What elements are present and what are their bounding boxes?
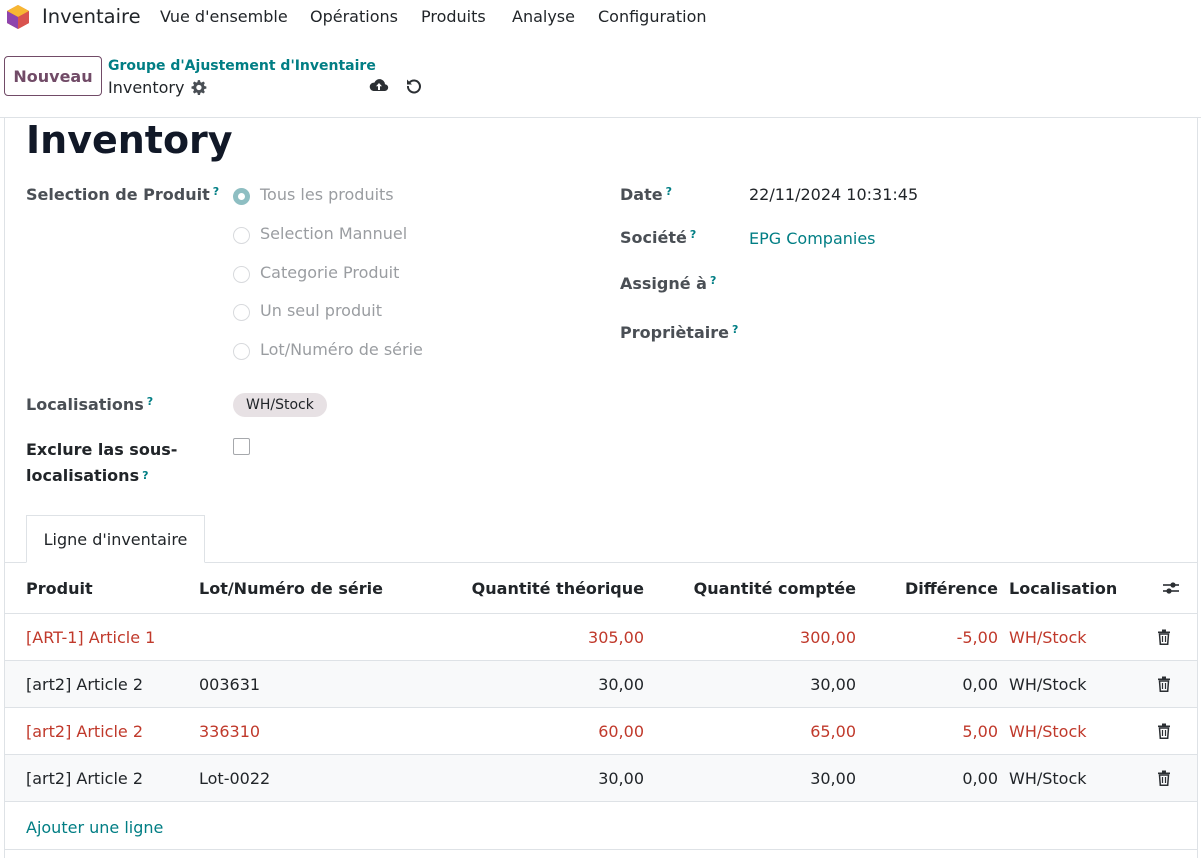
cell-product[interactable]: [ART-1] Article 1 bbox=[26, 628, 155, 647]
radio-label: Lot/Numéro de série bbox=[260, 340, 423, 359]
cell-difference[interactable]: 5,00 bbox=[885, 722, 998, 741]
company-label: Société? bbox=[620, 228, 697, 247]
record-title[interactable]: Inventory bbox=[26, 118, 233, 162]
exclude-sublocations-checkbox[interactable] bbox=[233, 438, 250, 455]
cell-difference[interactable]: 0,00 bbox=[885, 675, 998, 694]
cell-location[interactable]: WH/Stock bbox=[1009, 675, 1087, 694]
breadcrumb-current: Inventory bbox=[108, 78, 185, 97]
company-field[interactable]: EPG Companies bbox=[749, 229, 876, 248]
col-theoretical-qty[interactable]: Quantité théorique bbox=[465, 579, 644, 598]
radio-label: Categorie Produit bbox=[260, 263, 400, 282]
cell-product[interactable]: [art2] Article 2 bbox=[26, 722, 143, 741]
help-tooltip-icon[interactable]: ? bbox=[666, 185, 672, 198]
cell-theoretical-qty[interactable]: 30,00 bbox=[465, 769, 644, 788]
date-label: Date? bbox=[620, 185, 672, 204]
exclude-sublocations-label: Exclure las sous- localisations? bbox=[26, 440, 178, 485]
radio-label: Un seul produit bbox=[260, 301, 382, 320]
radio-button[interactable] bbox=[233, 304, 250, 321]
control-panel: Nouveau Groupe d'Ajustement d'Inventaire… bbox=[0, 35, 1201, 118]
help-tooltip-icon[interactable]: ? bbox=[213, 185, 219, 198]
help-tooltip-icon[interactable]: ? bbox=[147, 395, 153, 408]
help-tooltip-icon[interactable]: ? bbox=[690, 228, 696, 241]
radio-button[interactable] bbox=[233, 188, 250, 205]
owner-field[interactable] bbox=[749, 323, 1149, 343]
cell-location[interactable]: WH/Stock bbox=[1009, 769, 1087, 788]
cell-counted-qty[interactable]: 30,00 bbox=[685, 675, 856, 694]
cell-location[interactable]: WH/Stock bbox=[1009, 628, 1087, 647]
trash-icon[interactable] bbox=[1157, 723, 1171, 739]
add-line-link[interactable]: Ajouter une ligne bbox=[26, 818, 163, 837]
cell-theoretical-qty[interactable]: 60,00 bbox=[465, 722, 644, 741]
cell-lot[interactable]: 336310 bbox=[199, 722, 260, 741]
radio-label: Selection Mannuel bbox=[260, 224, 408, 243]
radio-label: Tous les produits bbox=[260, 185, 394, 204]
help-tooltip-icon[interactable]: ? bbox=[732, 323, 738, 336]
col-counted-qty[interactable]: Quantité comptée bbox=[685, 579, 856, 598]
undo-icon[interactable] bbox=[405, 77, 423, 95]
locations-label: Localisations? bbox=[26, 395, 154, 414]
col-difference[interactable]: Différence bbox=[885, 579, 998, 598]
menu-overview[interactable]: Vue d'ensemble bbox=[160, 7, 288, 26]
cell-counted-qty[interactable]: 300,00 bbox=[685, 628, 856, 647]
radio-button[interactable] bbox=[233, 227, 250, 244]
tab-inventory-lines[interactable]: Ligne d'inventaire bbox=[26, 515, 205, 563]
product-selection-label: Selection de Produit? bbox=[26, 185, 220, 204]
table-bottom-divider bbox=[5, 849, 1197, 850]
breadcrumb-parent[interactable]: Groupe d'Ajustement d'Inventaire bbox=[108, 58, 376, 74]
trash-icon[interactable] bbox=[1157, 629, 1171, 645]
trash-icon[interactable] bbox=[1157, 770, 1171, 786]
new-button[interactable]: Nouveau bbox=[4, 56, 102, 96]
gear-icon[interactable] bbox=[190, 79, 207, 96]
top-navbar: Inventaire Vue d'ensemble Opérations Pro… bbox=[0, 0, 1201, 35]
menu-products[interactable]: Produits bbox=[421, 7, 486, 26]
radio-button[interactable] bbox=[233, 266, 250, 283]
app-name[interactable]: Inventaire bbox=[42, 5, 141, 28]
assigned-field[interactable] bbox=[749, 274, 1149, 294]
menu-operations[interactable]: Opérations bbox=[310, 7, 398, 26]
date-field[interactable]: 22/11/2024 10:31:45 bbox=[749, 185, 918, 204]
column-settings-icon[interactable] bbox=[1161, 578, 1181, 598]
location-tag[interactable]: WH/Stock bbox=[233, 393, 327, 417]
cell-counted-qty[interactable]: 30,00 bbox=[685, 769, 856, 788]
col-location[interactable]: Localisation bbox=[1009, 579, 1117, 598]
table-row[interactable]: [art2] Article 2 336310 60,00 65,00 5,00 WH/S… bbox=[5, 708, 1197, 755]
cell-theoretical-qty[interactable]: 305,00 bbox=[465, 628, 644, 647]
help-tooltip-icon[interactable]: ? bbox=[710, 274, 716, 287]
assigned-label: Assigné à? bbox=[620, 274, 717, 293]
cell-location[interactable]: WH/Stock bbox=[1009, 722, 1087, 741]
table-row[interactable]: [ART-1] Article 1 305,00 300,00 -5,00 WH/Sto… bbox=[5, 614, 1197, 661]
table-row[interactable]: [art2] Article 2 Lot-0022 30,00 30,00 0,00 WH… bbox=[5, 755, 1197, 802]
cell-counted-qty[interactable]: 65,00 bbox=[685, 722, 856, 741]
trash-icon[interactable] bbox=[1157, 676, 1171, 692]
cloud-upload-icon[interactable] bbox=[369, 77, 389, 95]
col-lot[interactable]: Lot/Numéro de série bbox=[199, 579, 383, 598]
table-row[interactable]: [art2] Article 2 003631 30,00 30,00 0,00 WH/S… bbox=[5, 661, 1197, 708]
cell-lot[interactable]: 003631 bbox=[199, 675, 260, 694]
app-logo-icon[interactable] bbox=[5, 4, 31, 30]
menu-analysis[interactable]: Analyse bbox=[512, 7, 575, 26]
col-product[interactable]: Produit bbox=[26, 579, 93, 598]
cell-product[interactable]: [art2] Article 2 bbox=[26, 769, 143, 788]
cell-theoretical-qty[interactable]: 30,00 bbox=[465, 675, 644, 694]
help-tooltip-icon[interactable]: ? bbox=[142, 469, 148, 482]
cell-lot[interactable]: Lot-0022 bbox=[199, 769, 270, 788]
radio-button[interactable] bbox=[233, 343, 250, 360]
form-sheet: Inventory Selection de Produit? Tous les… bbox=[4, 118, 1198, 858]
cell-difference[interactable]: 0,00 bbox=[885, 769, 998, 788]
owner-label: Propriètaire? bbox=[620, 323, 739, 342]
menu-configuration[interactable]: Configuration bbox=[598, 7, 707, 26]
cell-difference[interactable]: -5,00 bbox=[885, 628, 998, 647]
table-header: Produit Lot/Numéro de série Quantité thé… bbox=[5, 563, 1197, 614]
cell-product[interactable]: [art2] Article 2 bbox=[26, 675, 143, 694]
